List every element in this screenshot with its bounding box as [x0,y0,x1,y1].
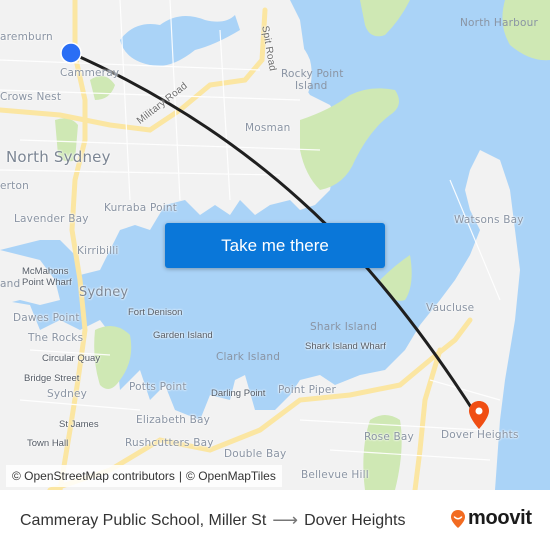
map-label-point-piper: Point Piper [278,384,337,396]
route-destination: Dover Heights [304,511,406,529]
map-label-shark-island: Shark Island [310,321,378,333]
map-label-bellevue-hill: Bellevue Hill [301,469,369,481]
take-me-there-button[interactable]: Take me there [165,223,385,268]
map-label-circular-quay: Circular Quay [42,353,101,364]
map-label-mcmahons-2: Point Wharf [22,277,72,288]
destination-pin-icon[interactable] [468,400,490,430]
map-label-naremburn: aremburn [0,31,53,43]
map-label-shark-island-wharf: Shark Island Wharf [305,341,386,352]
map-label-balmain-east: and [0,278,21,290]
map-label-rocky-point-2: Island [295,80,328,92]
map-label-town-hall: Town Hall [27,438,69,449]
map-label-kurraba-point: Kurraba Point [104,202,178,214]
moovit-pin-icon [451,509,465,528]
openmaptiles-attribution-link[interactable]: © OpenMapTiles [186,469,276,483]
arrow-right-icon: ⟶ [272,510,299,530]
map-label-double-bay: Double Bay [224,448,287,460]
route-summary: Cammeray Public School, Miller St ⟶ Dove… [20,510,405,531]
map-label-sydney-cbd: Sydney [47,388,88,400]
map-label-dawes-point: Dawes Point [13,312,80,324]
map-attribution: © OpenStreetMap contributors | © OpenMap… [6,465,282,487]
map-label-sydney-area: Sydney [79,285,129,300]
map-label-elizabeth-bay: Elizabeth Bay [136,414,211,426]
map-label-lavender-bay: Lavender Bay [14,213,89,225]
map-label-waverton: erton [0,180,29,192]
map-label-mosman: Mosman [245,122,291,134]
map-label-dover-heights: Dover Heights [441,429,519,441]
map-label-cammeray: Cammeray [60,67,120,79]
moovit-logo[interactable]: moovit [450,507,532,530]
map-label-clark-island: Clark Island [216,351,281,363]
map-label-vaucluse: Vaucluse [426,302,475,314]
origin-dot-icon[interactable] [60,42,82,64]
route-origin: Cammeray Public School, Miller St [20,511,267,529]
map-label-crows-nest: Crows Nest [0,91,62,103]
map-label-rushcutters-bay: Rushcutters Bay [125,437,214,449]
attribution-separator: | [178,469,183,483]
map-label-garden-island: Garden Island [153,330,213,341]
map-label-st-james: St James [59,419,99,430]
map-label-darling-point: Darling Point [211,388,266,399]
map-label-rocky-point-1: Rocky Point [281,68,344,80]
moovit-wordmark: moovit [468,507,532,529]
map-label-bridge-street: Bridge Street [24,373,80,384]
map-label-the-rocks: The Rocks [28,332,84,344]
map-label-rose-bay: Rose Bay [364,431,414,443]
map-label-watsons-bay: Watsons Bay [454,214,524,226]
osm-attribution-link[interactable]: © OpenStreetMap contributors [12,469,175,483]
map-label-mcmahons-1: McMahons [22,266,69,277]
map-view[interactable]: aremburn Cammeray Crows Nest North Sydne… [0,0,550,490]
map-label-kirribilli: Kirribilli [77,245,119,257]
map-label-fort-denison: Fort Denison [128,307,183,318]
map-label-potts-point: Potts Point [129,381,187,393]
map-label-north-harbour: North Harbour [460,17,539,29]
map-label-north-sydney: North Sydney [6,148,111,166]
